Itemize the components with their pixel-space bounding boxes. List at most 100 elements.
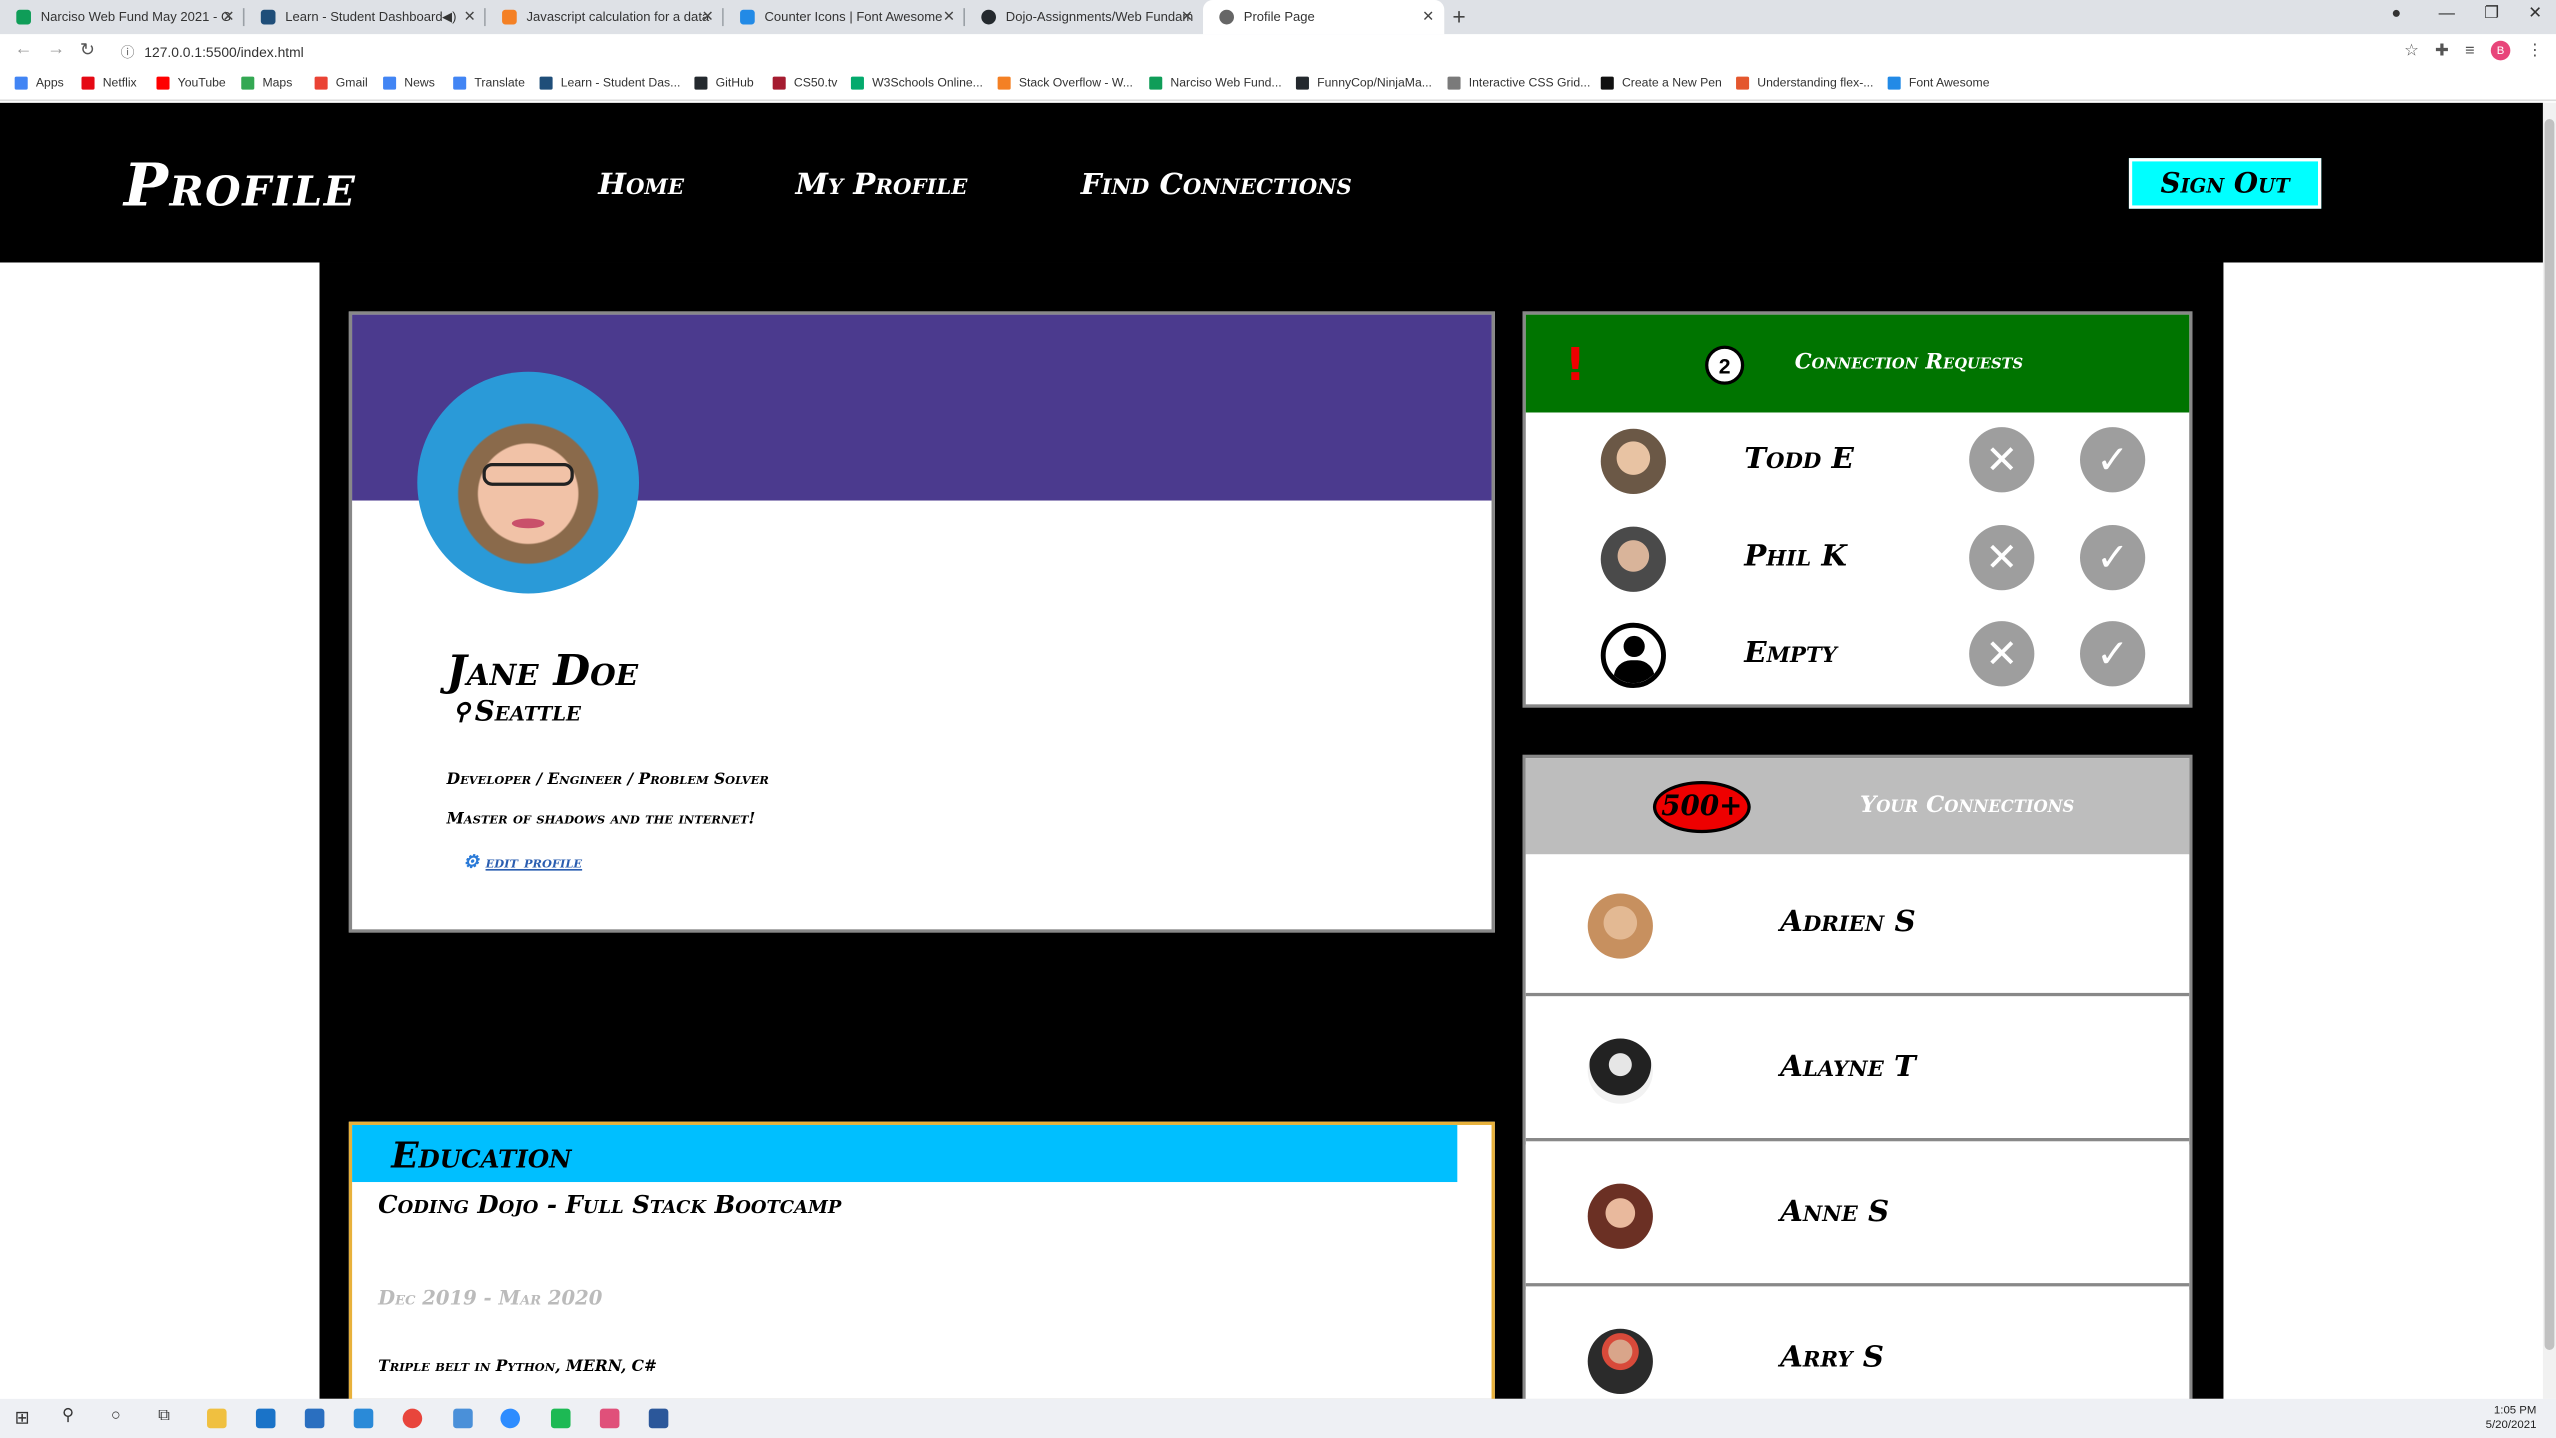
star-icon[interactable]: ☆ xyxy=(2404,42,2419,60)
browser-tab[interactable]: Javascript calculation for a data ✕ xyxy=(486,0,724,34)
bookmark-item[interactable]: Maps xyxy=(241,75,292,90)
bookmark-item[interactable]: Translate xyxy=(453,75,525,90)
avatar xyxy=(1587,1183,1653,1249)
accept-button[interactable]: ✓ xyxy=(2080,427,2146,493)
bookmark-item[interactable]: Narciso Web Fund... xyxy=(1149,75,1282,90)
nav-find-connections[interactable]: Find Connections xyxy=(1081,168,1352,202)
bookmark-item[interactable]: Gmail xyxy=(314,75,368,90)
bookmark-item[interactable]: News xyxy=(383,75,435,90)
search-icon[interactable]: ⚲ xyxy=(62,1407,74,1425)
bookmark-item[interactable]: Netflix xyxy=(81,75,137,90)
url-field[interactable]: ⓘ 127.0.0.1:5500/index.html xyxy=(121,42,304,62)
word-icon[interactable] xyxy=(648,1408,669,1429)
vscode-icon[interactable] xyxy=(353,1408,374,1429)
zoom-icon[interactable] xyxy=(500,1408,521,1429)
calendar-icon[interactable] xyxy=(453,1408,473,1429)
minimize-button[interactable]: — xyxy=(2439,5,2455,23)
bookmark-label: YouTube xyxy=(177,74,226,90)
profile-avatar[interactable]: B xyxy=(2490,40,2511,61)
bookmark-icon xyxy=(1295,75,1309,89)
windows-start-icon[interactable]: ⊞ xyxy=(15,1407,30,1429)
nav-home[interactable]: Home xyxy=(598,168,684,202)
speaker-icon[interactable]: ◀) xyxy=(442,10,456,25)
bookmark-item[interactable]: GitHub xyxy=(694,74,754,90)
decline-button[interactable]: ✕ xyxy=(1969,621,2035,687)
close-icon[interactable]: ✕ xyxy=(1422,8,1434,26)
bookmark-item[interactable]: Create a New Pen xyxy=(1600,75,1722,90)
back-icon[interactable]: ← xyxy=(15,39,33,59)
browser-tab[interactable]: Dojo-Assignments/Web Fundam ✕ xyxy=(965,0,1203,34)
extensions-icon[interactable]: ✚ xyxy=(2435,42,2449,60)
bookmark-item[interactable]: Stack Overflow - W... xyxy=(997,75,1133,90)
chrome-account-icon[interactable]: ● xyxy=(2391,5,2401,23)
restore-button[interactable]: ❐ xyxy=(2484,5,2499,23)
browser-tab[interactable]: Learn - Student Dashboard ◀) ✕ xyxy=(245,0,486,34)
bookmark-icon xyxy=(241,75,255,89)
connection-row[interactable]: Anne S xyxy=(1525,1144,2190,1287)
connections-count-badge: 500+ xyxy=(1652,780,1751,834)
bookmark-label: CS50.tv xyxy=(793,74,838,90)
menu-icon[interactable]: ⋮ xyxy=(2527,42,2543,60)
connection-name: Alayne T xyxy=(1780,1049,1916,1085)
bookmark-item[interactable]: Font Awesome xyxy=(1887,75,1990,90)
bookmark-icon xyxy=(453,75,467,89)
sign-out-button[interactable]: Sign Out xyxy=(2128,158,2322,209)
close-icon[interactable]: ✕ xyxy=(1181,8,1193,26)
bookmark-label: Understanding flex-... xyxy=(1757,74,1874,90)
spotify-icon[interactable] xyxy=(550,1408,571,1429)
cortana-icon[interactable]: ○ xyxy=(111,1407,121,1425)
bookmark-icon xyxy=(539,75,553,89)
browser-icon[interactable] xyxy=(304,1408,325,1429)
bookmark-item[interactable]: Interactive CSS Grid... xyxy=(1447,75,1590,90)
bookmark-item[interactable]: FunnyCop/NinjaMa... xyxy=(1295,75,1432,90)
globe-icon xyxy=(1219,9,1234,25)
github-icon xyxy=(981,9,996,25)
file-explorer-icon[interactable] xyxy=(207,1408,227,1429)
close-icon[interactable]: ✕ xyxy=(943,8,955,26)
connection-row[interactable]: Arry S xyxy=(1525,1289,2190,1399)
reading-list-icon[interactable]: ≡ xyxy=(2465,42,2475,60)
decline-button[interactable]: ✕ xyxy=(1969,427,2035,493)
avatar xyxy=(1587,1038,1653,1104)
chrome-icon[interactable] xyxy=(402,1408,423,1429)
bookmark-item[interactable]: Learn - Student Das... xyxy=(539,75,680,90)
bookmark-item[interactable]: YouTube xyxy=(156,74,226,90)
browser-tab-active[interactable]: Profile Page ✕ xyxy=(1203,0,1445,35)
forward-icon[interactable]: → xyxy=(47,39,65,59)
site-logo[interactable]: Profile xyxy=(124,152,357,220)
task-view-icon[interactable]: ⧉ xyxy=(158,1407,170,1425)
connection-row[interactable]: Adrien S xyxy=(1525,854,2190,997)
close-icon[interactable]: ✕ xyxy=(702,8,714,26)
edit-profile-label: edit profile xyxy=(485,851,583,872)
connection-row[interactable]: Alayne T xyxy=(1525,999,2190,1142)
decline-button[interactable]: ✕ xyxy=(1969,524,2035,591)
browser-tab[interactable]: Narciso Web Fund May 2021 - G ✕ xyxy=(0,0,245,34)
info-icon[interactable]: ⓘ xyxy=(121,44,135,60)
browser-tab[interactable]: Counter Icons | Font Awesome ✕ xyxy=(724,0,966,34)
bookmark-item[interactable]: W3Schools Online... xyxy=(850,75,983,90)
stackoverflow-icon xyxy=(502,9,517,25)
bookmark-item[interactable]: Understanding flex-... xyxy=(1736,75,1873,90)
bookmark-label: GitHub xyxy=(715,74,754,90)
accept-button[interactable]: ✓ xyxy=(2080,524,2146,591)
nav-my-profile[interactable]: My Profile xyxy=(795,168,967,202)
education-title: Education xyxy=(391,1134,572,1178)
reload-icon[interactable]: ↻ xyxy=(80,39,95,61)
bookmark-item[interactable]: Apps xyxy=(14,75,64,90)
app-icon[interactable] xyxy=(599,1408,620,1429)
accept-button[interactable]: ✓ xyxy=(2080,621,2146,687)
window-close-button[interactable]: ✕ xyxy=(2528,5,2542,23)
scrollbar-thumb[interactable] xyxy=(2544,119,2555,1350)
bookmark-icon xyxy=(156,75,170,89)
close-icon[interactable]: ✕ xyxy=(464,8,476,26)
taskbar-clock[interactable]: 1:05 PM 5/20/2021 xyxy=(2486,1404,2537,1433)
exclamation-icon: ! xyxy=(1564,337,1586,392)
bookmark-item[interactable]: CS50.tv xyxy=(772,74,838,90)
new-tab-button[interactable]: + xyxy=(1452,3,1465,29)
edit-profile-link[interactable]: ⚙ edit profile xyxy=(463,851,582,872)
close-icon[interactable]: ✕ xyxy=(222,8,234,26)
page-scrollbar[interactable] xyxy=(2542,102,2556,1399)
mail-icon[interactable] xyxy=(255,1408,276,1429)
url-text: 127.0.0.1:5500/index.html xyxy=(144,44,304,61)
bookmark-icon xyxy=(14,75,28,89)
